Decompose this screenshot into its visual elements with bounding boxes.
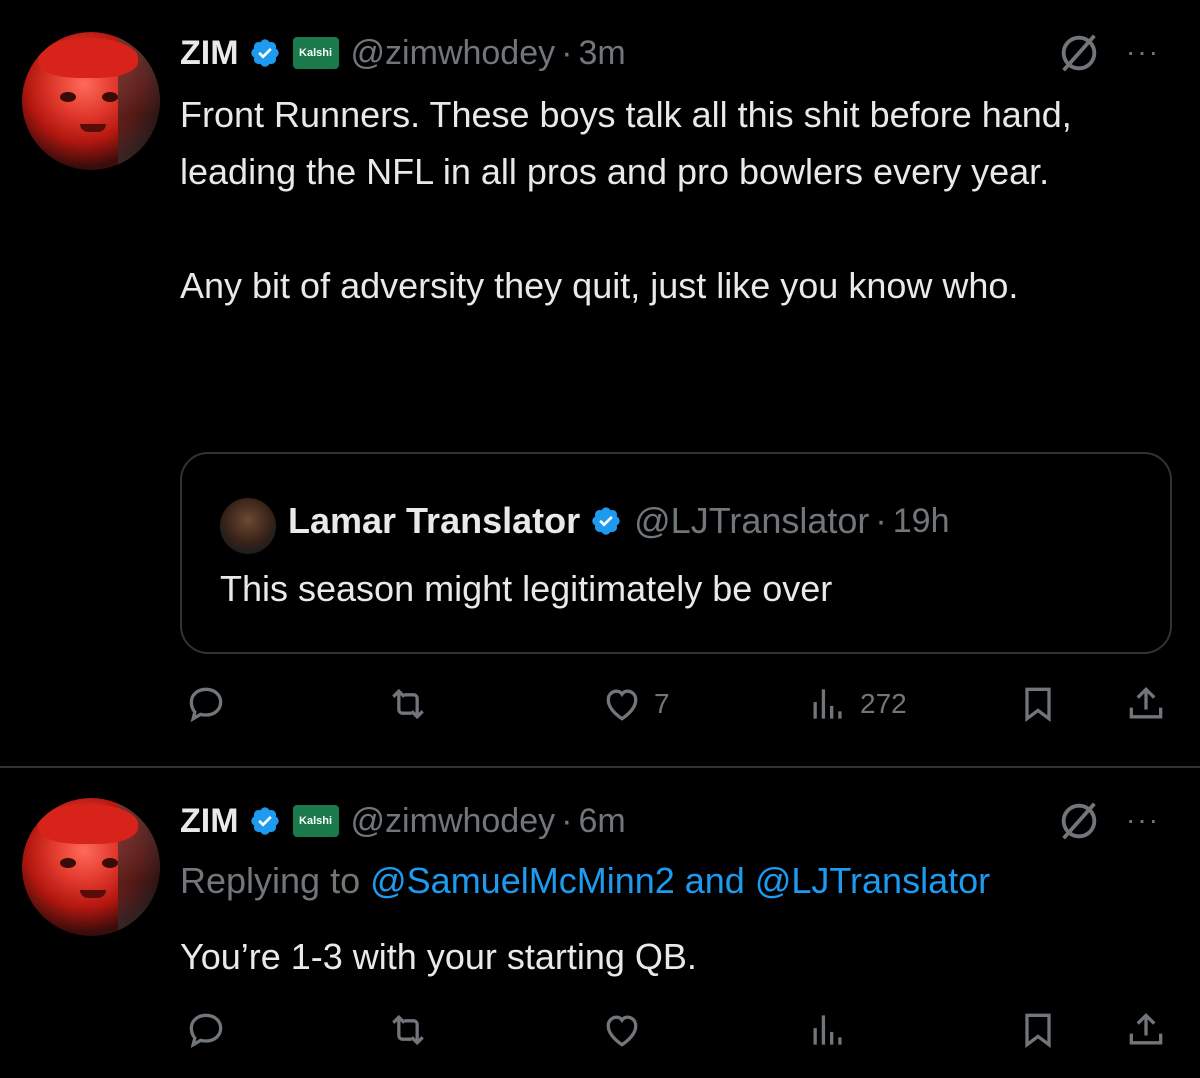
views-icon bbox=[813, 1015, 842, 1045]
like-button[interactable]: 7 bbox=[600, 682, 670, 726]
replying-prefix: Replying to bbox=[180, 860, 371, 901]
action-bar: 7 272 bbox=[0, 682, 1200, 732]
share-icon bbox=[1129, 1012, 1163, 1045]
separator: · bbox=[561, 33, 573, 72]
retweet-icon bbox=[392, 1014, 424, 1046]
retweet-button[interactable] bbox=[386, 1008, 430, 1052]
more-icon[interactable]: ··· bbox=[1126, 804, 1160, 836]
tweet[interactable]: ZIM Kalshi @zimwhodey · 6m ··· Replying … bbox=[0, 768, 1200, 1078]
quote-text: This season might legitimately be over bbox=[220, 568, 833, 609]
share-button[interactable] bbox=[1124, 682, 1168, 726]
views-button[interactable] bbox=[806, 1008, 850, 1052]
share-button[interactable] bbox=[1124, 1008, 1168, 1052]
tweet-header: ZIM Kalshi @zimwhodey · 3m bbox=[180, 28, 626, 78]
reply-button[interactable] bbox=[184, 682, 228, 726]
quote-avatar bbox=[220, 498, 276, 554]
bookmark-button[interactable] bbox=[1016, 682, 1060, 726]
timestamp[interactable]: 3m bbox=[578, 34, 625, 73]
verified-badge-icon bbox=[592, 507, 620, 535]
tweet-header: ZIM Kalshi @zimwhodey · 6m bbox=[180, 796, 626, 846]
like-button[interactable] bbox=[600, 1008, 644, 1052]
kalshi-badge-icon[interactable]: Kalshi bbox=[292, 805, 339, 837]
handle[interactable]: @zimwhodey bbox=[351, 802, 556, 841]
tweet-text: Front Runners. These boys talk all this … bbox=[180, 94, 1072, 306]
kalshi-badge-icon[interactable]: Kalshi bbox=[292, 37, 339, 69]
bookmark-button[interactable] bbox=[1016, 1008, 1060, 1052]
handle[interactable]: @zimwhodey bbox=[351, 34, 556, 73]
replying-to: Replying to @SamuelMcMinn2 and @LJTransl… bbox=[180, 860, 990, 902]
separator: · bbox=[561, 801, 573, 840]
avatar[interactable] bbox=[22, 32, 160, 170]
display-name[interactable]: ZIM bbox=[180, 34, 239, 73]
quoted-tweet[interactable]: Lamar Translator @LJTranslator · 19h Thi… bbox=[180, 452, 1172, 654]
bookmark-icon bbox=[1025, 687, 1051, 722]
grok-icon[interactable] bbox=[1056, 798, 1102, 844]
quote-handle: @LJTranslator bbox=[634, 500, 870, 541]
share-icon bbox=[1129, 686, 1163, 719]
retweet-icon bbox=[392, 688, 424, 720]
action-bar bbox=[0, 1008, 1200, 1058]
quote-header: Lamar Translator @LJTranslator · 19h bbox=[288, 496, 949, 546]
tweet[interactable]: ZIM Kalshi @zimwhodey · 3m ··· Front Run… bbox=[0, 0, 1200, 766]
quote-display-name: Lamar Translator bbox=[288, 500, 581, 541]
more-icon[interactable]: ··· bbox=[1126, 36, 1160, 68]
like-count: 7 bbox=[654, 688, 670, 719]
timestamp[interactable]: 6m bbox=[578, 802, 625, 841]
reply-mentions[interactable]: @SamuelMcMinn2 and @LJTranslator bbox=[370, 860, 990, 901]
reply-icon bbox=[189, 1013, 223, 1049]
reply-icon bbox=[189, 687, 223, 723]
verified-badge-icon bbox=[250, 39, 279, 67]
avatar[interactable] bbox=[22, 798, 160, 936]
like-icon bbox=[606, 1015, 638, 1047]
separator: · bbox=[875, 501, 887, 540]
display-name[interactable]: ZIM bbox=[180, 802, 239, 841]
views-button[interactable]: 272 bbox=[806, 682, 907, 726]
views-icon bbox=[813, 689, 842, 719]
like-icon bbox=[606, 689, 638, 721]
retweet-button[interactable] bbox=[386, 682, 430, 726]
reply-button[interactable] bbox=[184, 1008, 228, 1052]
grok-icon[interactable] bbox=[1056, 30, 1102, 76]
quote-timestamp: 19h bbox=[892, 501, 950, 540]
tweet-text: You’re 1-3 with your starting QB. bbox=[180, 936, 697, 977]
verified-badge-icon bbox=[250, 807, 279, 835]
bookmark-icon bbox=[1025, 1013, 1051, 1048]
view-count: 272 bbox=[860, 688, 907, 719]
